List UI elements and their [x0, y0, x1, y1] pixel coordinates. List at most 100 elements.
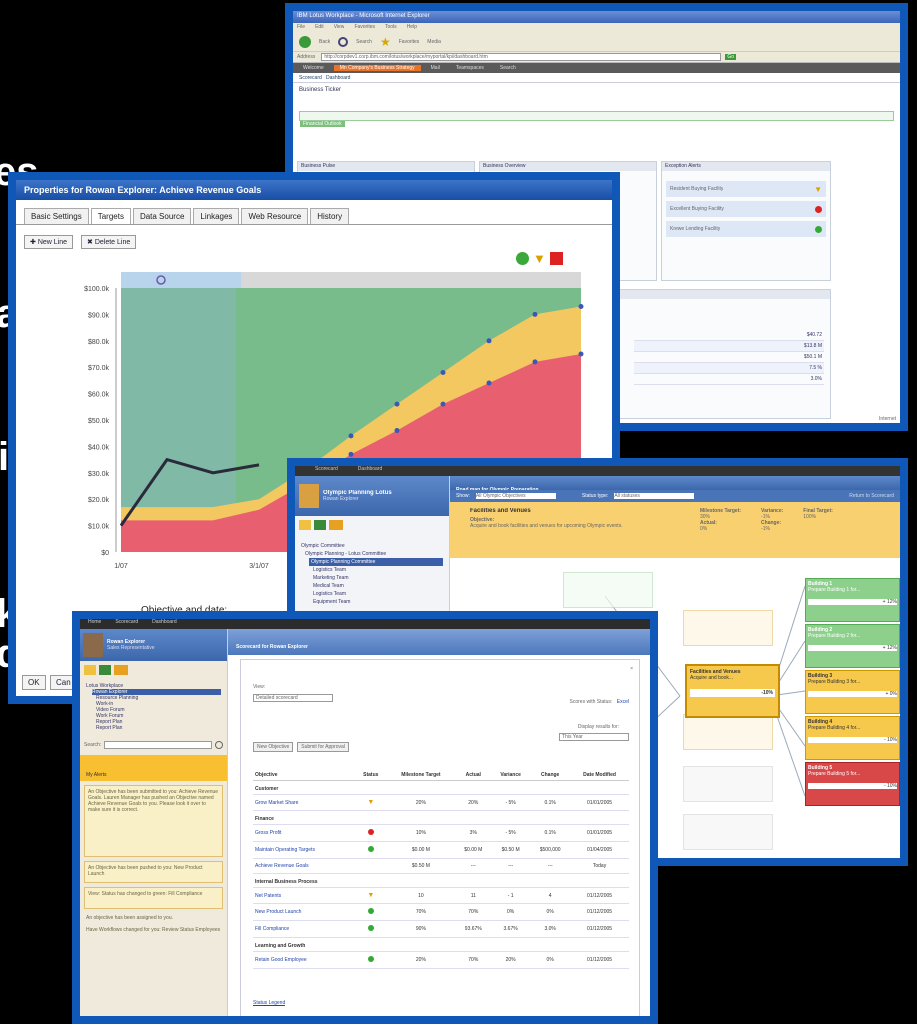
search-icon[interactable]	[215, 741, 223, 749]
table-row[interactable]: Fill Compliance 90% 93.67% 3.67% 3.0% 01/12/2…	[253, 920, 629, 938]
objective-link[interactable]: Retain Good Employee	[253, 952, 355, 969]
submit-approval-button[interactable]: Submit for Approval	[297, 742, 349, 752]
target-point[interactable]	[486, 380, 492, 386]
nav-tab[interactable]: Teamspaces	[450, 65, 490, 71]
objective-link[interactable]: Net Patents	[253, 888, 355, 904]
menu-item[interactable]: Edit	[315, 24, 324, 31]
target-point[interactable]	[394, 401, 400, 407]
tab-dashboard[interactable]: Dashboard	[152, 619, 176, 629]
col-header[interactable]: Status	[355, 770, 387, 781]
search-icon[interactable]	[338, 36, 349, 47]
building-node[interactable]: Building 3 Prepare Building 3 for... + 0…	[805, 670, 900, 714]
view-select[interactable]: Detailed scorecard	[253, 694, 333, 702]
nav-tab-active[interactable]: Mn Company's Business Strategy	[333, 65, 421, 71]
menu-item[interactable]: View	[334, 24, 345, 31]
building-node[interactable]: Building 4 Prepare Building 4 for... - 1…	[805, 716, 900, 760]
col-header[interactable]: Actual	[455, 770, 491, 781]
tab-data-source[interactable]: Data Source	[132, 208, 192, 224]
faded-node[interactable]	[563, 572, 653, 608]
new-line-button[interactable]: ✚ New Line	[24, 235, 73, 249]
target-point[interactable]	[486, 338, 492, 344]
target-point[interactable]	[532, 359, 538, 365]
address-input[interactable]: http://corpdev1.corp.ibm.com/lotus/workp…	[321, 53, 722, 61]
tab-history[interactable]: History	[310, 208, 350, 224]
people-icon[interactable]	[114, 665, 128, 675]
col-header[interactable]: Date Modified	[570, 770, 629, 781]
table-row[interactable]: Maintain Operating Targets $0.00 M $0.00 M…	[253, 841, 629, 859]
tab-linkages[interactable]: Linkages	[193, 208, 240, 224]
faded-node[interactable]	[683, 610, 773, 646]
col-header[interactable]: Variance	[490, 770, 531, 781]
alert-item[interactable]: An Objective has been submitted to you: …	[84, 785, 223, 857]
yellow-triangle-icon[interactable]: ▼	[533, 252, 546, 265]
menu-item[interactable]: Help	[407, 24, 417, 31]
objective-link[interactable]: Grow Market Share	[253, 795, 355, 811]
tab-scorecard[interactable]: Scorecard	[115, 619, 138, 629]
tree-item[interactable]: Report Plan	[96, 725, 221, 731]
nav-tab[interactable]: Mail	[425, 65, 446, 71]
search-button[interactable]: Search	[356, 39, 372, 45]
objective-link[interactable]: New Product Launch	[253, 904, 355, 921]
target-point[interactable]	[440, 401, 446, 407]
nav-tab[interactable]: Search	[494, 65, 522, 71]
building-node[interactable]: Building 1 Prepare Building 1 for... + 1…	[805, 578, 900, 622]
search-input[interactable]	[104, 741, 212, 749]
new-objective-button[interactable]: New Objective	[253, 742, 294, 752]
alert-row[interactable]: Krewe Lending Facility	[666, 221, 826, 237]
green-circle-icon[interactable]	[516, 252, 529, 265]
info-icon[interactable]	[99, 665, 111, 675]
table-row[interactable]: New Product Launch 70% 70% 0% 0% 01/12/2005	[253, 903, 629, 921]
building-node[interactable]: Building 5 Prepare Building 5 for... - 1…	[805, 762, 900, 806]
menu-item[interactable]: Favorites	[354, 24, 375, 31]
target-point[interactable]	[348, 433, 354, 439]
faded-node[interactable]	[683, 766, 773, 802]
red-square-icon[interactable]	[549, 252, 563, 265]
back-button[interactable]: Back	[319, 39, 330, 45]
nav-tab[interactable]: Welcome	[297, 65, 330, 71]
tab-web-resource[interactable]: Web Resource	[241, 208, 309, 224]
delete-line-button[interactable]: ✖ Delete Line	[81, 235, 137, 249]
target-point[interactable]	[532, 311, 538, 317]
col-header[interactable]: Objective	[253, 770, 356, 781]
table-row[interactable]: Grow Market Share ▼ 20% 20% - 5% 0.1% 01/01/20…	[253, 794, 629, 811]
building-node[interactable]: Building 2 Prepare Building 2 for... + 1…	[805, 624, 900, 668]
status-legend-link[interactable]: Status Legend	[253, 1000, 285, 1006]
bell-icon[interactable]	[84, 665, 96, 675]
media-button[interactable]: Media	[427, 39, 441, 45]
table-row[interactable]: Retain Good Employee 20% 70% 20% 0% 01/12/200…	[253, 951, 629, 969]
alert-item[interactable]: View: Status has changed to green: Fill …	[84, 887, 223, 909]
col-header[interactable]: Change	[530, 770, 571, 781]
star-icon[interactable]: ★	[380, 35, 391, 49]
tab-basic-settings[interactable]: Basic Settings	[24, 208, 89, 224]
center-objective-node[interactable]: Facilities and Venues Acquire and book..…	[685, 664, 780, 718]
menu-item[interactable]: File	[297, 24, 305, 31]
table-row[interactable]: Achieve Revenue Goals $0.50 M --- --- --- Tod…	[253, 858, 629, 874]
tab-scorecard[interactable]: Scorecard	[299, 75, 322, 81]
target-point[interactable]	[348, 451, 354, 457]
scores-link[interactable]: Excel	[617, 699, 629, 705]
objective-link[interactable]: Achieve Revenue Goals	[253, 859, 355, 874]
target-point[interactable]	[578, 351, 584, 357]
back-icon[interactable]	[299, 35, 311, 48]
display-select[interactable]: This Year	[559, 733, 629, 741]
objective-link[interactable]: Fill Compliance	[253, 921, 355, 938]
go-button[interactable]: Go	[725, 54, 737, 60]
alert-row[interactable]: Excellent Buying Facility	[666, 201, 826, 217]
faded-node[interactable]	[683, 714, 773, 750]
tab-home[interactable]: Home	[88, 619, 101, 629]
objective-link[interactable]: Maintain Operating Targets	[253, 842, 355, 859]
col-header[interactable]: Milestone Target	[386, 770, 456, 781]
menu-item[interactable]: Tools	[385, 24, 397, 31]
table-row[interactable]: Net Patents ▼ 10 11 - 1 4 01/12/2005	[253, 887, 629, 904]
objective-link[interactable]: Gross Profit	[253, 825, 355, 842]
tab-dashboard[interactable]: Dashboard	[326, 75, 350, 81]
close-icon[interactable]: ×	[630, 666, 633, 672]
table-row[interactable]: Gross Profit 10% 3% - 5% 0.1% 01/01/2005	[253, 824, 629, 842]
target-point[interactable]	[578, 303, 584, 309]
target-point[interactable]	[440, 369, 446, 375]
target-point[interactable]	[394, 428, 400, 434]
ok-button[interactable]: OK	[22, 675, 46, 690]
tab-targets[interactable]: Targets	[90, 208, 131, 224]
alert-row[interactable]: Resident Buying Facility ▼	[666, 181, 826, 197]
alert-item[interactable]: An Objective has been pushed to you: New…	[84, 861, 223, 883]
